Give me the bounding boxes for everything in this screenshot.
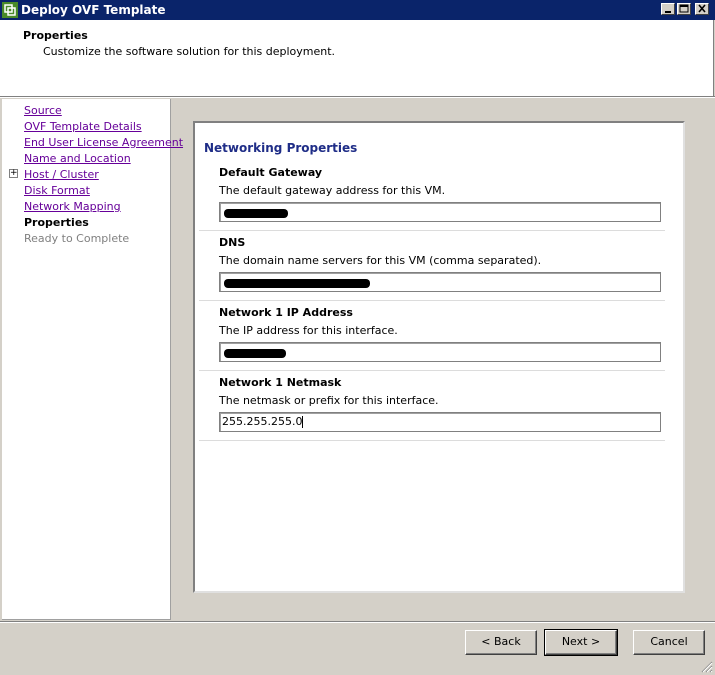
default-gateway-label: Default Gateway — [219, 166, 323, 179]
wizard-header: Properties Customize the software soluti… — [0, 20, 714, 96]
network1-ip-label: Network 1 IP Address — [219, 306, 353, 319]
wizard-steps-nav: + Source OVF Template Details End User L… — [2, 99, 183, 620]
nav-item-name-and-location[interactable]: Name and Location — [24, 152, 131, 165]
title-bar[interactable]: Deploy OVF Template — [0, 0, 715, 20]
nav-item-network-mapping[interactable]: Network Mapping — [24, 200, 121, 213]
resize-grip-icon[interactable] — [701, 661, 713, 673]
nav-item-host-cluster[interactable]: Host / Cluster — [24, 168, 99, 181]
property-separator — [199, 230, 665, 231]
vmware-icon — [2, 2, 18, 18]
dns-label: DNS — [219, 236, 246, 249]
redaction-mark — [224, 349, 286, 358]
nav-item-disk-format[interactable]: Disk Format — [24, 184, 90, 197]
text-cursor — [302, 416, 304, 428]
dns-description: The domain name servers for this VM (com… — [219, 254, 542, 267]
header-subtitle: Customize the software solution for this… — [43, 45, 336, 58]
minimize-icon — [665, 11, 671, 13]
dns-input[interactable] — [219, 272, 661, 292]
nav-item-ovf-template-details[interactable]: OVF Template Details — [24, 120, 142, 133]
property-separator — [199, 370, 665, 371]
nav-item-properties: Properties — [24, 216, 89, 229]
header-divider-highlight — [0, 97, 715, 98]
nav-item-eula[interactable]: End User License Agreement — [24, 136, 183, 149]
network1-ip-input[interactable] — [219, 342, 661, 362]
maximize-icon — [679, 4, 689, 13]
window-title: Deploy OVF Template — [21, 3, 166, 17]
nav-item-ready-to-complete: Ready to Complete — [24, 232, 130, 245]
default-gateway-input[interactable] — [219, 202, 661, 222]
next-button[interactable]: Next > — [544, 629, 618, 656]
close-button[interactable] — [695, 3, 709, 15]
cancel-button[interactable]: Cancel — [633, 630, 705, 655]
section-title: Networking Properties — [204, 141, 358, 155]
minimize-button[interactable] — [661, 3, 675, 15]
expand-plus-icon[interactable]: + — [9, 169, 18, 178]
network1-ip-description: The IP address for this interface. — [219, 324, 398, 337]
property-separator — [199, 300, 665, 301]
network1-netmask-label: Network 1 Netmask — [219, 376, 342, 389]
redaction-mark — [224, 209, 288, 218]
nav-item-source[interactable]: Source — [24, 104, 62, 117]
default-gateway-description: The default gateway address for this VM. — [219, 184, 446, 197]
close-icon — [698, 4, 706, 13]
footer-divider-highlight — [0, 622, 715, 623]
network1-netmask-description: The netmask or prefix for this interface… — [219, 394, 439, 407]
redaction-mark — [224, 279, 370, 288]
back-button[interactable]: < Back — [465, 630, 537, 655]
maximize-button[interactable] — [677, 3, 691, 15]
header-title: Properties — [23, 29, 88, 42]
property-separator — [199, 440, 665, 441]
network1-netmask-input[interactable]: 255.255.255.0 — [219, 412, 661, 432]
network1-netmask-value: 255.255.255.0 — [222, 415, 303, 428]
